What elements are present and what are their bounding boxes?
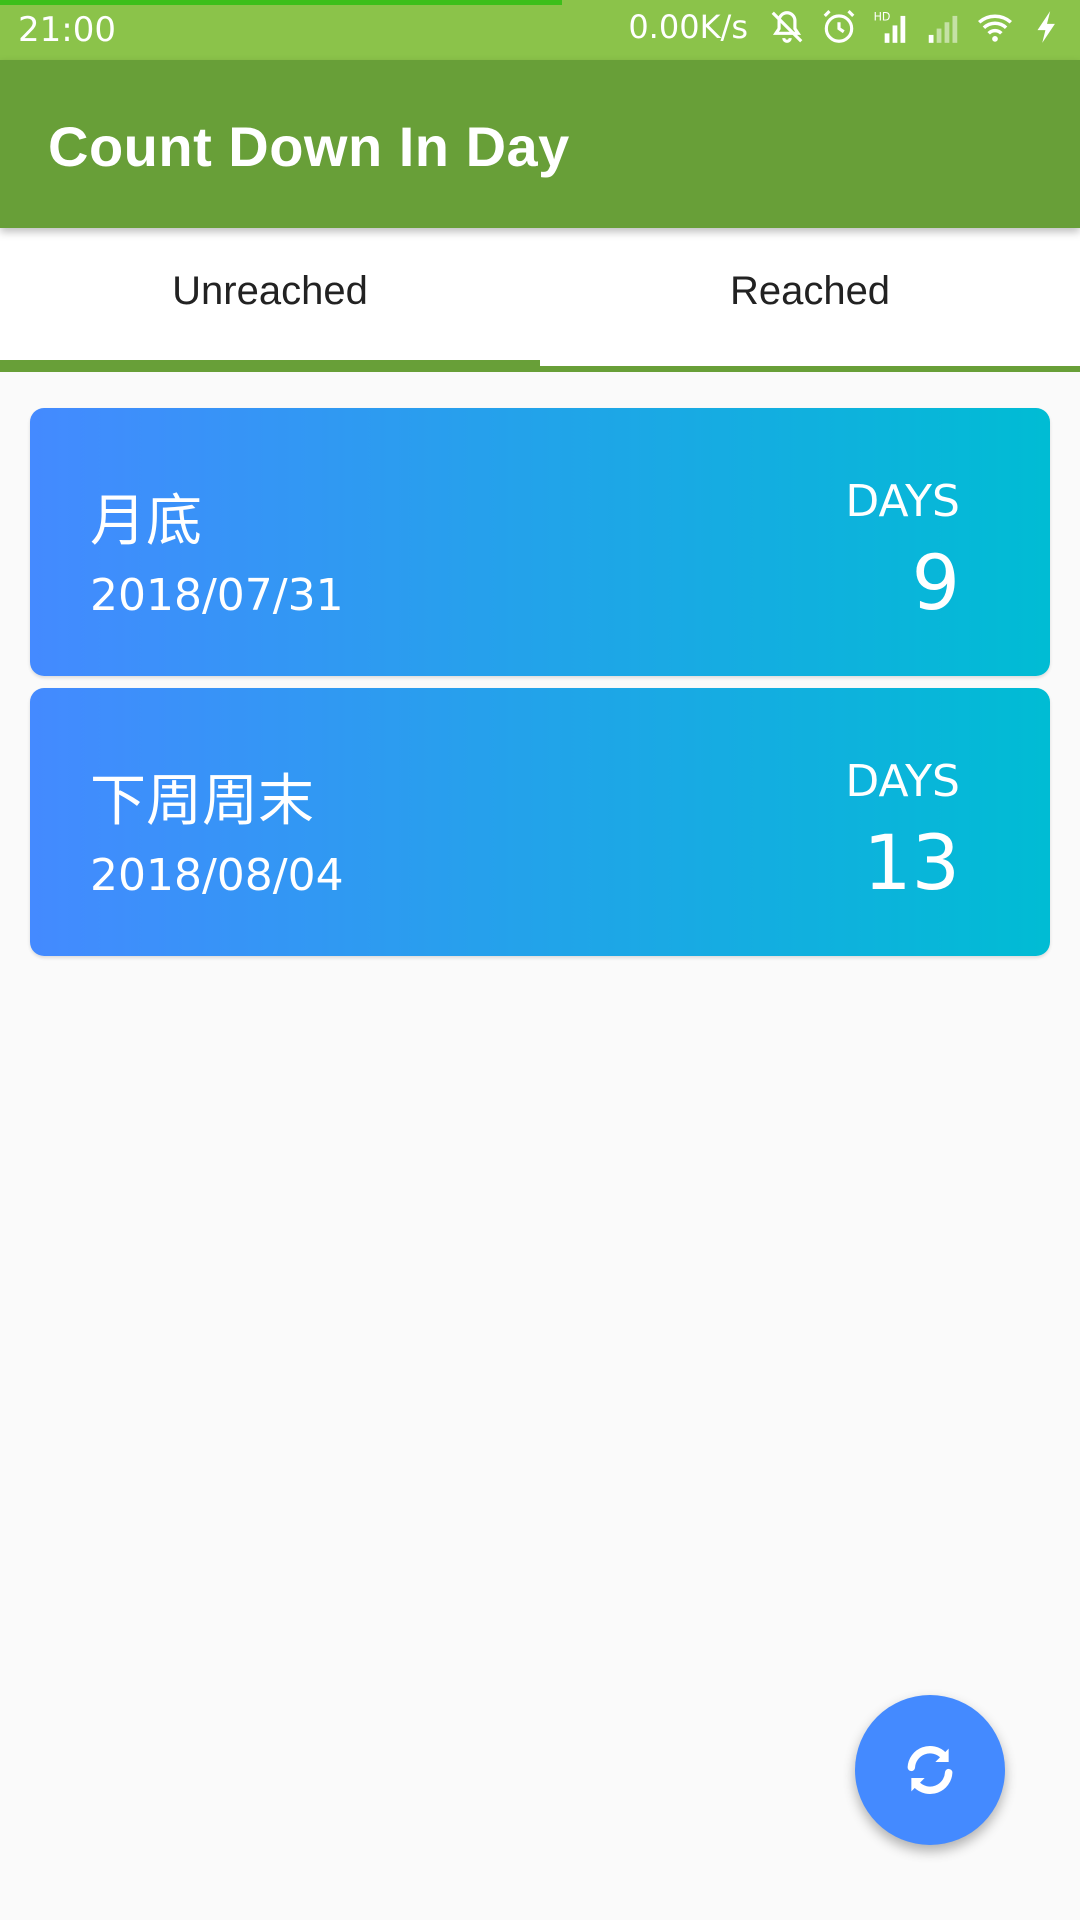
signal-hd-icon: HD bbox=[872, 8, 910, 46]
tab-label: Unreached bbox=[172, 268, 368, 313]
network-speed: 0.00K/s bbox=[628, 8, 748, 46]
event-card[interactable]: 下周周末 2018/08/04 DAYS 13 bbox=[30, 688, 1050, 956]
event-name: 下周周末 bbox=[90, 769, 314, 834]
status-icons: 0.00K/s HD bbox=[628, 8, 1066, 46]
svg-text:HD: HD bbox=[874, 11, 891, 24]
app-screen: 21:00 0.00K/s HD Count Down In Day Unrea… bbox=[0, 0, 1080, 1920]
days-label: DAYS bbox=[845, 476, 960, 527]
event-list: 月底 2018/07/31 DAYS 9 下周周末 2018/08/04 DAY… bbox=[30, 408, 1050, 968]
refresh-icon bbox=[898, 1738, 962, 1802]
app-bar: Count Down In Day bbox=[0, 60, 1080, 228]
signal-weak-icon bbox=[924, 8, 962, 46]
alarm-icon bbox=[820, 8, 858, 46]
tab-label: Reached bbox=[729, 268, 891, 313]
tab-reached[interactable]: Reached bbox=[540, 228, 1080, 372]
event-date: 2018/08/04 bbox=[90, 850, 344, 901]
wifi-icon bbox=[976, 8, 1014, 46]
days-remaining: 9 bbox=[911, 538, 960, 627]
event-name: 月底 bbox=[90, 489, 202, 554]
status-time: 21:00 bbox=[18, 10, 116, 50]
event-card[interactable]: 月底 2018/07/31 DAYS 9 bbox=[30, 408, 1050, 676]
download-progress-bar bbox=[0, 0, 562, 5]
status-bar: 21:00 0.00K/s HD bbox=[0, 0, 1080, 60]
days-remaining: 13 bbox=[863, 818, 960, 907]
bell-off-icon bbox=[768, 8, 806, 46]
charging-icon bbox=[1028, 8, 1066, 46]
days-label: DAYS bbox=[845, 756, 960, 807]
refresh-button[interactable] bbox=[855, 1695, 1005, 1845]
app-title: Count Down In Day bbox=[48, 115, 570, 178]
event-date: 2018/07/31 bbox=[90, 570, 344, 621]
tab-indicator bbox=[0, 360, 540, 372]
tab-unreached[interactable]: Unreached bbox=[0, 228, 540, 372]
tab-bar: Unreached Reached bbox=[0, 228, 1080, 372]
